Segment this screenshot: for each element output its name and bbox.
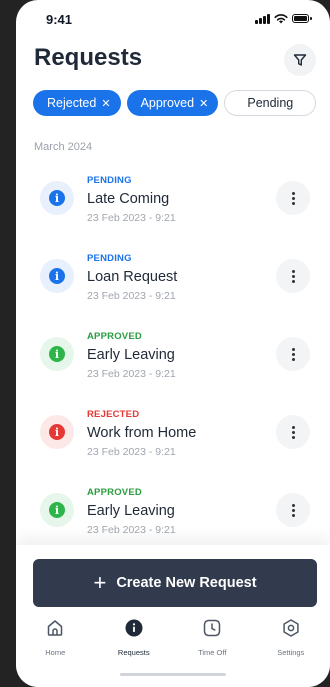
request-date: 23 Feb 2023 - 9:21 <box>87 368 176 380</box>
close-icon[interactable]: ✕ <box>199 97 208 110</box>
tab-home[interactable]: Home <box>16 616 95 664</box>
filter-chip-pending[interactable]: Pending <box>224 90 317 116</box>
phone-screen: 9:41 Requests Rejected ✕ Approved ✕ Pend… <box>16 0 330 687</box>
filter-chips: Rejected ✕ Approved ✕ Pending <box>33 90 317 116</box>
status-icons <box>255 13 312 24</box>
chip-label: Approved <box>140 96 195 110</box>
more-vertical-icon <box>291 503 295 517</box>
request-date: 23 Feb 2023 - 9:21 <box>87 446 176 458</box>
more-vertical-icon <box>291 425 295 439</box>
list-item[interactable]: i PENDING Loan Request 23 Feb 2023 - 9:2… <box>16 242 330 320</box>
home-indicator <box>120 673 226 676</box>
request-date: 23 Feb 2023 - 9:21 <box>87 212 176 224</box>
tab-label: Time Off <box>198 648 227 657</box>
list-item[interactable]: i APPROVED Early Leaving 23 Feb 2023 - 9… <box>16 476 330 554</box>
info-icon: i <box>49 190 65 206</box>
status-badge: APPROVED <box>87 331 142 342</box>
more-vertical-icon <box>291 347 295 361</box>
status-badge: REJECTED <box>87 409 140 420</box>
filter-chip-rejected[interactable]: Rejected ✕ <box>33 90 121 116</box>
tab-label: Home <box>45 648 66 657</box>
status-icon-wrap: i <box>40 259 74 293</box>
status-badge: APPROVED <box>87 487 142 498</box>
more-button[interactable] <box>276 259 310 293</box>
request-title: Loan Request <box>87 269 178 285</box>
request-title: Early Leaving <box>87 347 175 363</box>
status-icon-wrap: i <box>40 337 74 371</box>
gear-icon <box>283 619 299 637</box>
tab-settings[interactable]: Settings <box>252 616 330 664</box>
more-button[interactable] <box>276 181 310 215</box>
more-button[interactable] <box>276 493 310 527</box>
list-item[interactable]: i PENDING Late Coming 23 Feb 2023 - 9:21 <box>16 164 330 242</box>
more-button[interactable] <box>276 337 310 371</box>
info-icon <box>125 619 143 637</box>
create-request-button[interactable]: + Create New Request <box>33 559 317 607</box>
tab-requests[interactable]: Requests <box>95 616 174 664</box>
status-icon-wrap: i <box>40 415 74 449</box>
info-icon: i <box>49 424 65 440</box>
filter-chip-approved[interactable]: Approved ✕ <box>126 90 219 116</box>
info-icon: i <box>49 268 65 284</box>
more-vertical-icon <box>291 269 295 283</box>
request-title: Early Leaving <box>87 503 175 519</box>
tab-label: Settings <box>277 648 305 657</box>
request-date: 23 Feb 2023 - 9:21 <box>87 524 176 536</box>
status-badge: PENDING <box>87 253 132 264</box>
status-badge: PENDING <box>87 175 132 186</box>
status-bar: 9:41 <box>16 0 330 40</box>
more-vertical-icon <box>291 191 295 205</box>
clock-icon <box>204 619 221 637</box>
chip-label: Rejected <box>47 96 97 110</box>
tab-time-off[interactable]: Time Off <box>173 616 252 664</box>
page-title: Requests <box>34 44 143 71</box>
tab-bar: Home Requests Time Off Settings <box>16 616 330 664</box>
tab-label: Requests <box>117 648 150 657</box>
plus-icon: + <box>93 570 107 595</box>
close-icon[interactable]: ✕ <box>101 97 110 110</box>
bottom-area: + Create New Request Home Requests Time … <box>16 545 330 687</box>
filter-button[interactable] <box>284 44 316 76</box>
more-button[interactable] <box>276 415 310 449</box>
create-request-label: Create New Request <box>116 575 257 591</box>
request-title: Late Coming <box>87 191 170 207</box>
wifi-icon <box>274 14 288 24</box>
filter-icon <box>293 54 307 66</box>
list-item[interactable]: i APPROVED Early Leaving 23 Feb 2023 - 9… <box>16 320 330 398</box>
request-date: 23 Feb 2023 - 9:21 <box>87 290 176 302</box>
chip-label: Pending <box>247 96 294 110</box>
section-label: March 2024 <box>34 141 93 153</box>
battery-icon <box>292 13 312 24</box>
status-icon-wrap: i <box>40 493 74 527</box>
request-title: Work from Home <box>87 425 197 441</box>
status-time: 9:41 <box>46 12 73 27</box>
signal-icon <box>255 13 270 24</box>
info-icon: i <box>49 502 65 518</box>
info-icon: i <box>49 346 65 362</box>
status-icon-wrap: i <box>40 181 74 215</box>
list-item[interactable]: i REJECTED Work from Home 23 Feb 2023 - … <box>16 398 330 476</box>
home-icon <box>48 620 63 636</box>
